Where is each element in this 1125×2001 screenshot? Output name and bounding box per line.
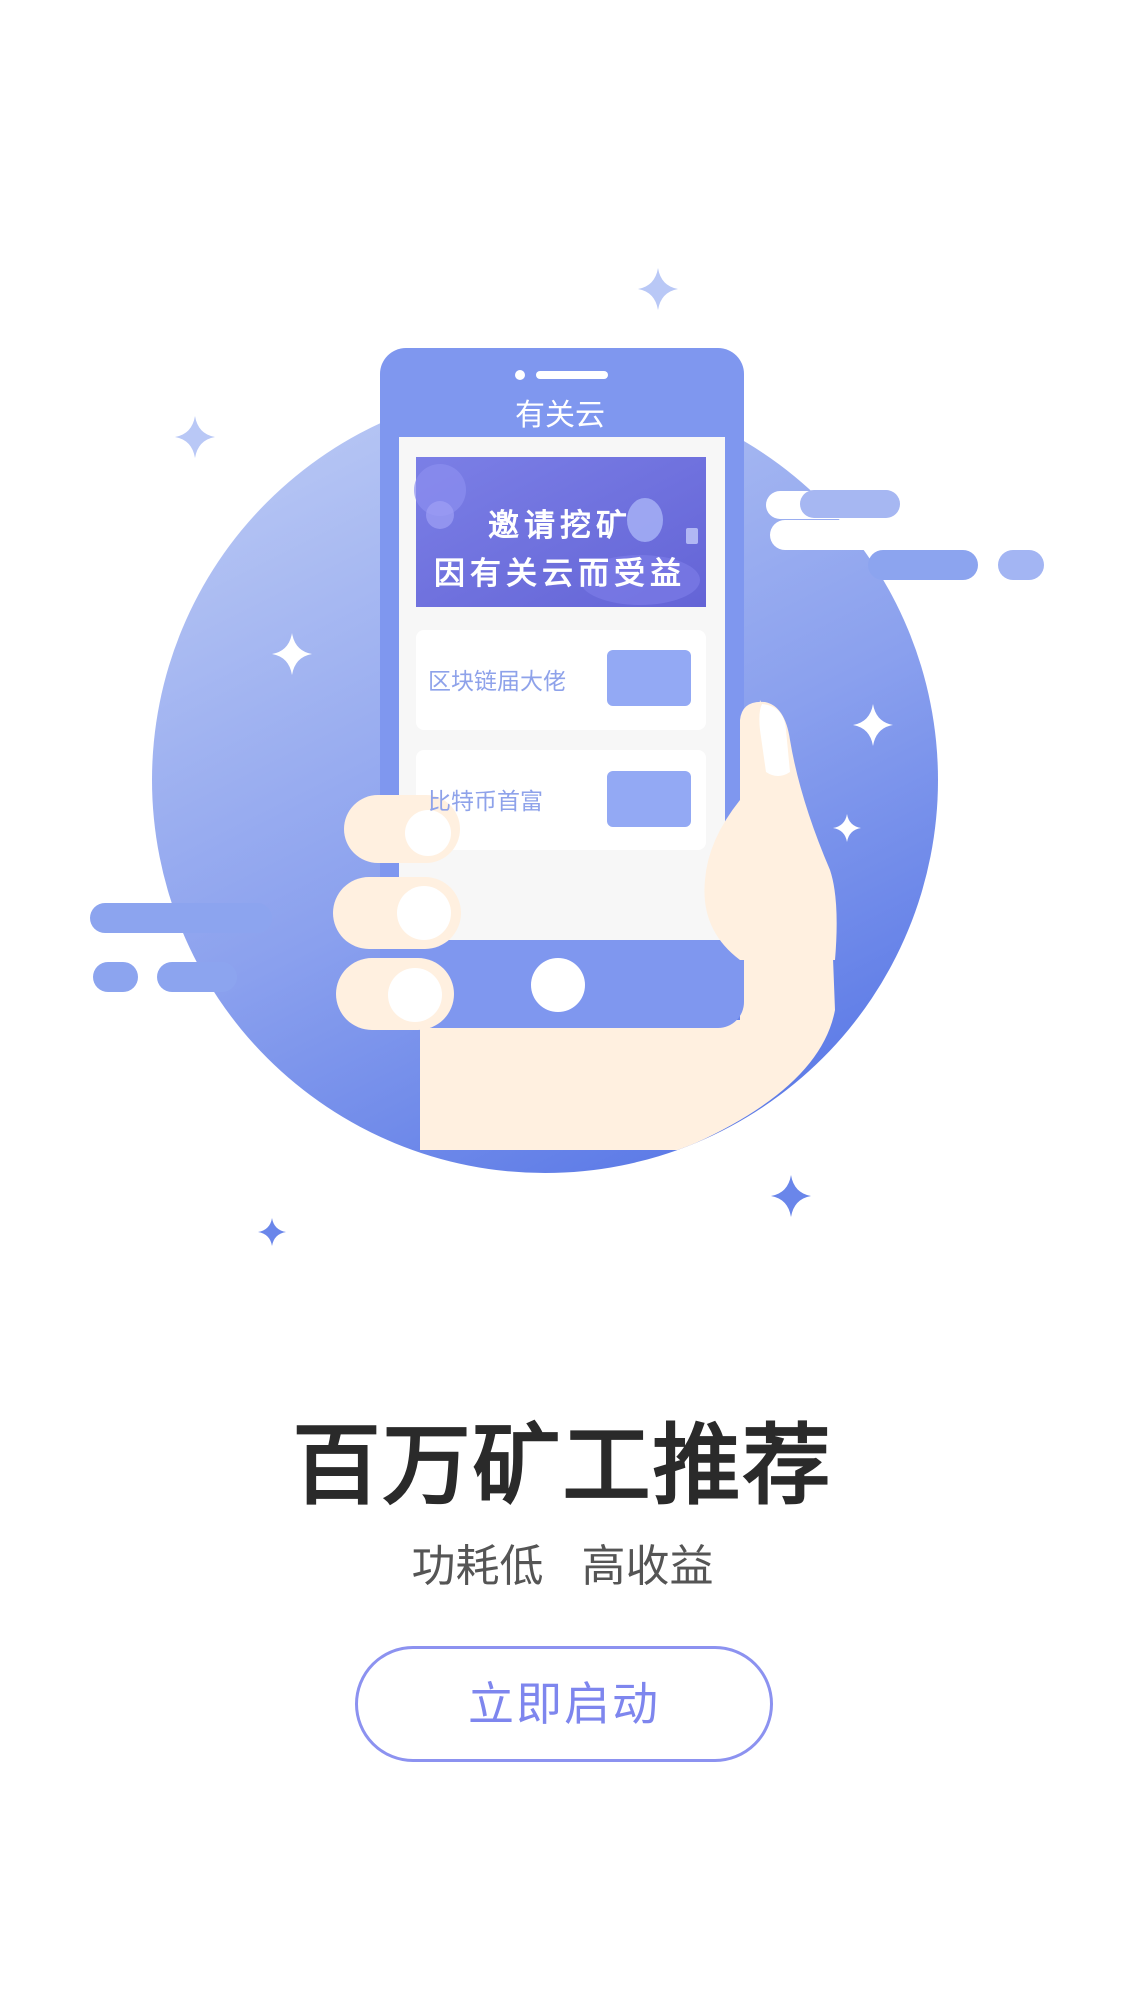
phone-banner-line-2: 因有关云而受益 [434,556,686,592]
phone-speaker [536,371,608,379]
phone-card-2-label: 比特币首富 [428,789,543,815]
phone-app-name: 有关云 [515,398,605,433]
phone-card-2-button [607,771,691,827]
subline-part-2: 高收益 [581,1541,714,1592]
hero-illustration [90,268,1044,1246]
phone-home-button [531,958,585,1012]
phone-card-1-button [607,650,691,706]
subline-part-1: 功耗低 [411,1541,544,1592]
page-headline: 百万矿工推荐 [292,1414,833,1517]
phone-card-1-label: 区块链届大佬 [428,669,566,695]
start-now-button[interactable]: 立即启动 [355,1646,773,1762]
hand-fingers [333,795,461,1030]
page-subline: 功耗低 高收益 [0,1530,1125,1594]
phone-banner-line-1: 邀请挖矿 [488,508,632,544]
phone-camera [515,370,525,380]
